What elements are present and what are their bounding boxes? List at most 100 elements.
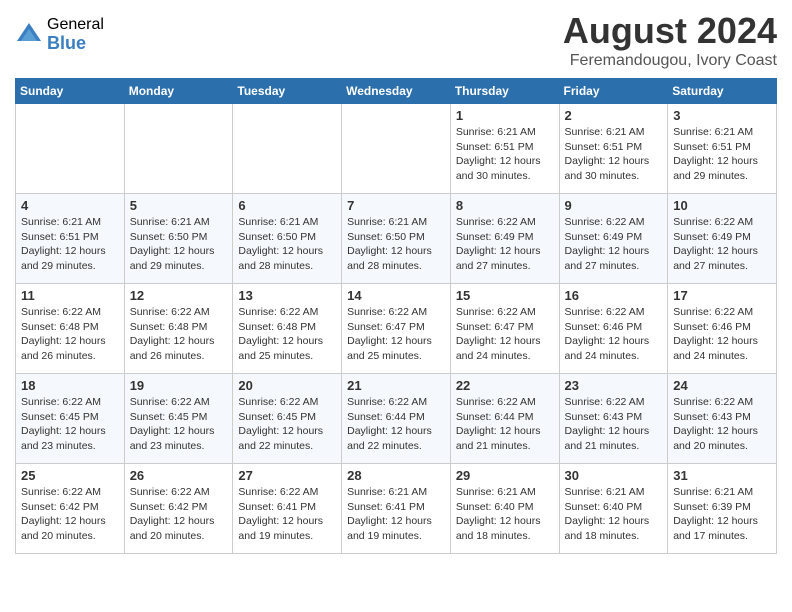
calendar-cell: 12Sunrise: 6:22 AM Sunset: 6:48 PM Dayli…: [124, 284, 233, 374]
day-info: Sunrise: 6:22 AM Sunset: 6:44 PM Dayligh…: [347, 395, 445, 454]
day-number: 31: [673, 468, 771, 483]
logo: General Blue: [15, 16, 104, 53]
week-row-1: 1 Sunrise: 6:21 AM Sunset: 6:51 PM Daylig…: [16, 104, 777, 194]
day-number: 17: [673, 288, 771, 303]
header-monday: Monday: [124, 79, 233, 104]
calendar-cell: 4 Sunrise: 6:21 AM Sunset: 6:51 PM Daylig…: [16, 194, 125, 284]
day-info: Sunrise: 6:21 AM Sunset: 6:39 PM Dayligh…: [673, 485, 771, 544]
day-number: 19: [130, 378, 228, 393]
logo-icon: [15, 21, 43, 49]
calendar-cell: 8 Sunrise: 6:22 AM Sunset: 6:49 PM Daylig…: [450, 194, 559, 284]
calendar-cell: 21 Sunrise: 6:22 AM Sunset: 6:44 PM Dayli…: [342, 374, 451, 464]
header-saturday: Saturday: [668, 79, 777, 104]
day-number: 16: [565, 288, 663, 303]
day-info: Sunrise: 6:22 AM Sunset: 6:49 PM Dayligh…: [673, 215, 771, 274]
calendar-cell: 9Sunrise: 6:22 AM Sunset: 6:49 PM Daylig…: [559, 194, 668, 284]
day-number: 4: [21, 198, 119, 213]
day-info: Sunrise: 6:22 AM Sunset: 6:41 PM Dayligh…: [238, 485, 336, 544]
day-number: 21: [347, 378, 445, 393]
calendar-cell: 7 Sunrise: 6:21 AM Sunset: 6:50 PM Daylig…: [342, 194, 451, 284]
day-info: Sunrise: 6:21 AM Sunset: 6:51 PM Dayligh…: [21, 215, 119, 274]
day-info: Sunrise: 6:22 AM Sunset: 6:47 PM Dayligh…: [347, 305, 445, 364]
day-number: 26: [130, 468, 228, 483]
day-info: Sunrise: 6:22 AM Sunset: 6:46 PM Dayligh…: [673, 305, 771, 364]
calendar-cell: 3Sunrise: 6:21 AM Sunset: 6:51 PM Daylig…: [668, 104, 777, 194]
day-info: Sunrise: 6:21 AM Sunset: 6:40 PM Dayligh…: [565, 485, 663, 544]
day-info: Sunrise: 6:22 AM Sunset: 6:45 PM Dayligh…: [21, 395, 119, 454]
week-row-4: 18 Sunrise: 6:22 AM Sunset: 6:45 PM Dayli…: [16, 374, 777, 464]
day-number: 18: [21, 378, 119, 393]
day-info: Sunrise: 6:22 AM Sunset: 6:49 PM Dayligh…: [565, 215, 663, 274]
day-number: 25: [21, 468, 119, 483]
day-number: 12: [130, 288, 228, 303]
calendar-cell: [16, 104, 125, 194]
day-number: 20: [238, 378, 336, 393]
day-info: Sunrise: 6:22 AM Sunset: 6:43 PM Dayligh…: [673, 395, 771, 454]
header-thursday: Thursday: [450, 79, 559, 104]
logo-general: General: [47, 16, 104, 34]
day-number: 8: [456, 198, 554, 213]
day-info: Sunrise: 6:22 AM Sunset: 6:49 PM Dayligh…: [456, 215, 554, 274]
day-info: Sunrise: 6:21 AM Sunset: 6:51 PM Dayligh…: [456, 125, 554, 184]
day-number: 23: [565, 378, 663, 393]
day-info: Sunrise: 6:22 AM Sunset: 6:43 PM Dayligh…: [565, 395, 663, 454]
day-info: Sunrise: 6:22 AM Sunset: 6:44 PM Dayligh…: [456, 395, 554, 454]
calendar-cell: 5 Sunrise: 6:21 AM Sunset: 6:50 PM Daylig…: [124, 194, 233, 284]
calendar-cell: 28 Sunrise: 6:21 AM Sunset: 6:41 PM Dayli…: [342, 464, 451, 554]
logo-blue: Blue: [47, 34, 104, 54]
header-wednesday: Wednesday: [342, 79, 451, 104]
calendar-table: SundayMondayTuesdayWednesdayThursdayFrid…: [15, 78, 777, 554]
month-year-title: August 2024: [563, 10, 777, 52]
day-number: 7: [347, 198, 445, 213]
week-row-2: 4 Sunrise: 6:21 AM Sunset: 6:51 PM Daylig…: [16, 194, 777, 284]
calendar-cell: 17 Sunrise: 6:22 AM Sunset: 6:46 PM Dayli…: [668, 284, 777, 374]
day-number: 3: [673, 108, 771, 123]
calendar-cell: 24 Sunrise: 6:22 AM Sunset: 6:43 PM Dayli…: [668, 374, 777, 464]
calendar-cell: 27 Sunrise: 6:22 AM Sunset: 6:41 PM Dayli…: [233, 464, 342, 554]
location-subtitle: Feremandougou, Ivory Coast: [563, 52, 777, 70]
header-friday: Friday: [559, 79, 668, 104]
calendar-cell: 22Sunrise: 6:22 AM Sunset: 6:44 PM Dayli…: [450, 374, 559, 464]
day-number: 29: [456, 468, 554, 483]
title-block: August 2024 Feremandougou, Ivory Coast: [563, 10, 777, 70]
day-number: 15: [456, 288, 554, 303]
calendar-cell: 15 Sunrise: 6:22 AM Sunset: 6:47 PM Dayli…: [450, 284, 559, 374]
day-info: Sunrise: 6:22 AM Sunset: 6:42 PM Dayligh…: [130, 485, 228, 544]
calendar-cell: [342, 104, 451, 194]
calendar-cell: [233, 104, 342, 194]
day-number: 6: [238, 198, 336, 213]
calendar-cell: 11Sunrise: 6:22 AM Sunset: 6:48 PM Dayli…: [16, 284, 125, 374]
day-info: Sunrise: 6:21 AM Sunset: 6:50 PM Dayligh…: [347, 215, 445, 274]
calendar-cell: 10 Sunrise: 6:22 AM Sunset: 6:49 PM Dayli…: [668, 194, 777, 284]
calendar-cell: 23 Sunrise: 6:22 AM Sunset: 6:43 PM Dayli…: [559, 374, 668, 464]
calendar-cell: 31 Sunrise: 6:21 AM Sunset: 6:39 PM Dayli…: [668, 464, 777, 554]
day-info: Sunrise: 6:21 AM Sunset: 6:51 PM Dayligh…: [565, 125, 663, 184]
day-number: 28: [347, 468, 445, 483]
day-number: 1: [456, 108, 554, 123]
day-info: Sunrise: 6:22 AM Sunset: 6:46 PM Dayligh…: [565, 305, 663, 364]
header-row: SundayMondayTuesdayWednesdayThursdayFrid…: [16, 79, 777, 104]
calendar-cell: [124, 104, 233, 194]
calendar-cell: 14 Sunrise: 6:22 AM Sunset: 6:47 PM Dayli…: [342, 284, 451, 374]
day-info: Sunrise: 6:21 AM Sunset: 6:41 PM Dayligh…: [347, 485, 445, 544]
day-info: Sunrise: 6:22 AM Sunset: 6:45 PM Dayligh…: [130, 395, 228, 454]
week-row-5: 25 Sunrise: 6:22 AM Sunset: 6:42 PM Dayli…: [16, 464, 777, 554]
calendar-cell: 19 Sunrise: 6:22 AM Sunset: 6:45 PM Dayli…: [124, 374, 233, 464]
calendar-cell: 13Sunrise: 6:22 AM Sunset: 6:48 PM Dayli…: [233, 284, 342, 374]
day-info: Sunrise: 6:21 AM Sunset: 6:50 PM Dayligh…: [130, 215, 228, 274]
calendar-cell: 25Sunrise: 6:22 AM Sunset: 6:42 PM Dayli…: [16, 464, 125, 554]
day-number: 5: [130, 198, 228, 213]
day-number: 11: [21, 288, 119, 303]
day-number: 24: [673, 378, 771, 393]
day-number: 10: [673, 198, 771, 213]
calendar-cell: 6 Sunrise: 6:21 AM Sunset: 6:50 PM Daylig…: [233, 194, 342, 284]
day-info: Sunrise: 6:21 AM Sunset: 6:50 PM Dayligh…: [238, 215, 336, 274]
day-number: 27: [238, 468, 336, 483]
day-number: 13: [238, 288, 336, 303]
day-number: 14: [347, 288, 445, 303]
day-number: 2: [565, 108, 663, 123]
logo-text: General Blue: [47, 16, 104, 53]
header-sunday: Sunday: [16, 79, 125, 104]
week-row-3: 11Sunrise: 6:22 AM Sunset: 6:48 PM Dayli…: [16, 284, 777, 374]
day-info: Sunrise: 6:22 AM Sunset: 6:47 PM Dayligh…: [456, 305, 554, 364]
